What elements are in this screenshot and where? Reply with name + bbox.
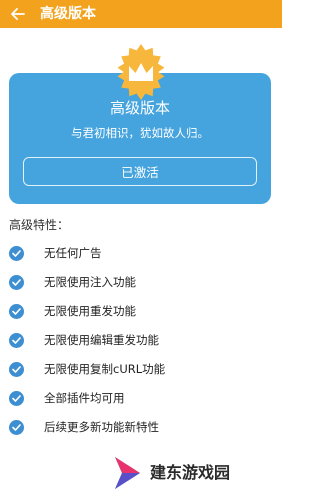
check-circle-icon xyxy=(9,303,24,319)
page-title: 高级版本 xyxy=(40,6,96,22)
feature-label: 后续更多新功能新特性 xyxy=(44,420,159,434)
top-app-bar: 高级版本 xyxy=(0,0,282,28)
list-item: 无限使用复制cURL功能 xyxy=(9,360,165,378)
watermark-text: 建东游戏园 xyxy=(150,463,231,482)
list-item: 全部插件均可用 xyxy=(9,389,125,407)
arrow-left-icon xyxy=(11,8,25,20)
feature-label: 无限使用重发功能 xyxy=(44,304,136,318)
activated-button[interactable]: 已激活 xyxy=(23,157,257,186)
back-button[interactable] xyxy=(7,3,29,25)
check-circle-icon xyxy=(9,361,24,377)
check-circle-icon xyxy=(9,245,24,261)
feature-label: 无任何广告 xyxy=(44,246,102,260)
list-item: 无限使用编辑重发功能 xyxy=(9,331,159,349)
features-heading: 高级特性： xyxy=(9,218,70,232)
list-item: 无限使用重发功能 xyxy=(9,302,136,320)
list-item: 后续更多新功能新特性 xyxy=(9,418,159,436)
list-item: 无限使用注入功能 xyxy=(9,273,136,291)
feature-label: 全部插件均可用 xyxy=(44,391,125,405)
check-circle-icon xyxy=(9,332,24,348)
card-subtitle: 与君初相识，犹如故人归。 xyxy=(71,126,209,140)
check-circle-icon xyxy=(9,419,24,435)
feature-label: 无限使用编辑重发功能 xyxy=(44,333,159,347)
list-item: 无任何广告 xyxy=(9,244,102,262)
check-circle-icon xyxy=(9,390,24,406)
feature-label: 无限使用注入功能 xyxy=(44,275,136,289)
check-circle-icon xyxy=(9,274,24,290)
feature-label: 无限使用复制cURL功能 xyxy=(44,362,166,376)
play-logo-icon xyxy=(115,457,140,489)
crown-badge-icon xyxy=(117,44,165,100)
watermark: 建东游戏园 xyxy=(112,452,272,494)
card-title: 高级版本 xyxy=(109,99,170,117)
